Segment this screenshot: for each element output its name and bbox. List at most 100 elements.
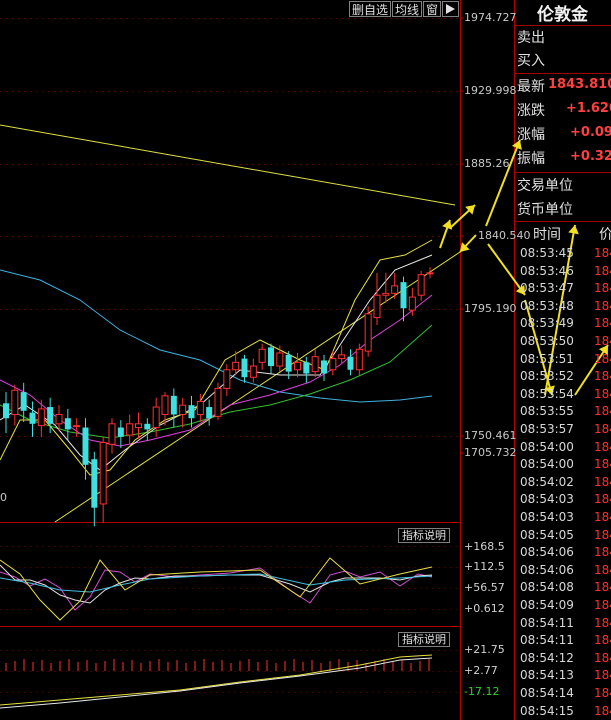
candle-body — [11, 389, 19, 415]
indicator1-label: +56.57 — [464, 581, 505, 594]
candle-body — [135, 423, 142, 429]
tick-row: 08:54:00 184 — [515, 457, 611, 473]
candle-body — [188, 405, 195, 419]
tick-time: 08:53:50 — [520, 334, 574, 348]
divider — [515, 73, 611, 74]
quote-panel: 伦敦金 卖出 买入 最新 1843.810 涨跌 +1.620 涨幅 +0.09… — [515, 0, 611, 720]
tick-price: 184 — [594, 422, 611, 436]
amplitude-value: +0.32% — [570, 149, 611, 164]
tick-price: 184 — [594, 386, 611, 401]
play-button[interactable] — [442, 1, 459, 17]
tick-price: 184 — [594, 334, 611, 348]
tick-row: 08:54:13 184 — [515, 668, 611, 684]
tick-time: 08:53:48 — [520, 298, 574, 313]
tick-price: 184 — [594, 439, 611, 454]
price-label: 1885.26 — [464, 157, 510, 170]
trend-line-resistance — [0, 124, 456, 206]
candle-body — [276, 352, 284, 367]
buy-label: 买入 — [517, 53, 545, 69]
ma-line-button[interactable]: 均线 — [392, 1, 422, 17]
candle-body — [249, 365, 257, 378]
window-button[interactable]: 窗 — [423, 1, 441, 17]
tick-time: 08:54:12 — [520, 650, 574, 665]
tick-row: 08:54:12 184 — [515, 651, 611, 667]
candle-body — [161, 395, 169, 415]
price-label: 1795.190 — [464, 302, 517, 315]
tick-time: 08:54:15 — [520, 703, 574, 718]
tick-time: 08:53:52 — [520, 369, 574, 384]
candle-body — [311, 356, 319, 373]
tick-price: 184 — [594, 580, 611, 595]
tick-time: 08:54:03 — [520, 510, 574, 524]
tick-price: 184 — [594, 510, 611, 524]
candle-body — [196, 400, 204, 415]
candle-body — [338, 354, 346, 360]
tick-time: 08:54:08 — [520, 580, 574, 595]
candle-body — [3, 403, 9, 419]
tick-time: 08:54:00 — [520, 439, 574, 454]
candle-body — [73, 425, 81, 428]
tick-row: 08:53:50 184 — [515, 334, 611, 350]
candle-body — [391, 285, 399, 294]
tick-time: 08:53:46 — [520, 263, 574, 278]
tick-time: 08:54:02 — [520, 474, 574, 489]
tick-row: 08:54:14 184 — [515, 686, 611, 702]
tick-row: 08:54:08 184 — [515, 580, 611, 596]
tick-time: 08:54:05 — [520, 527, 574, 542]
time-column-header: 时间 — [533, 227, 561, 243]
indicator2-label: +21.75 — [464, 643, 505, 656]
divider — [515, 172, 611, 173]
tick-time: 08:54:11 — [520, 633, 574, 648]
amplitude-label: 振幅 — [517, 151, 545, 167]
candle-body — [268, 347, 274, 367]
candle-body — [400, 282, 407, 309]
delete-watchlist-button[interactable]: 删自选 — [349, 1, 391, 17]
tick-row: 08:53:52 184 — [515, 369, 611, 385]
sell-label: 卖出 — [517, 30, 545, 46]
tick-time: 08:54:14 — [520, 686, 574, 700]
tick-time: 08:53:51 — [520, 351, 574, 366]
change-value: +1.620 — [566, 101, 611, 116]
indicator2-line-yellow — [0, 654, 433, 706]
candle-body — [108, 423, 116, 445]
indicator2-label: +2.77 — [464, 664, 498, 677]
tick-price: 184 — [594, 492, 611, 507]
tick-time: 08:54:06 — [520, 545, 574, 560]
candle-body — [144, 423, 151, 430]
indicator1-help-button[interactable]: 指标说明 — [398, 528, 450, 543]
indicator1-label: +0.612 — [464, 602, 505, 615]
tick-row: 08:53:48 184 — [515, 299, 611, 315]
price-label: 1974.727 — [464, 11, 517, 24]
candle-body — [321, 360, 327, 374]
tick-price: 184 — [594, 668, 611, 683]
ma-line-yellow — [0, 239, 433, 476]
tick-price: 184 — [594, 404, 611, 419]
latest-label: 最新 — [517, 79, 545, 95]
tick-row: 08:53:54 184 — [515, 387, 611, 403]
indicator1-line-cyan — [0, 573, 433, 593]
currency-unit-label: 货币单位 — [517, 202, 573, 218]
tick-row: 08:54:03 184 — [515, 510, 611, 526]
change-label: 涨跌 — [517, 103, 545, 119]
tick-time: 08:53:45 — [520, 246, 574, 260]
indicator1-label: +112.5 — [464, 560, 505, 573]
tick-row: 08:53:45 184 — [515, 246, 611, 262]
price-label: 1929.998 — [464, 84, 517, 97]
tick-price: 184 — [594, 598, 611, 612]
tick-row: 08:54:00 184 — [515, 440, 611, 456]
tick-time: 08:53:47 — [520, 281, 574, 296]
candle-body — [152, 406, 160, 429]
tick-price: 184 — [594, 615, 611, 630]
indicator2-label: -17.12 — [464, 685, 500, 698]
candle-body — [117, 427, 124, 437]
instrument-title: 伦敦金 — [537, 5, 588, 25]
tick-price: 184 — [594, 263, 611, 278]
divider — [515, 221, 611, 222]
indicator2-help-button[interactable]: 指标说明 — [398, 632, 450, 647]
tick-price: 184 — [594, 545, 611, 560]
tick-row: 08:54:09 184 — [515, 598, 611, 614]
tick-row: 08:53:57 184 — [515, 422, 611, 438]
candle-body — [99, 441, 107, 505]
candle-body — [382, 292, 390, 296]
tick-price: 184 — [594, 562, 611, 577]
